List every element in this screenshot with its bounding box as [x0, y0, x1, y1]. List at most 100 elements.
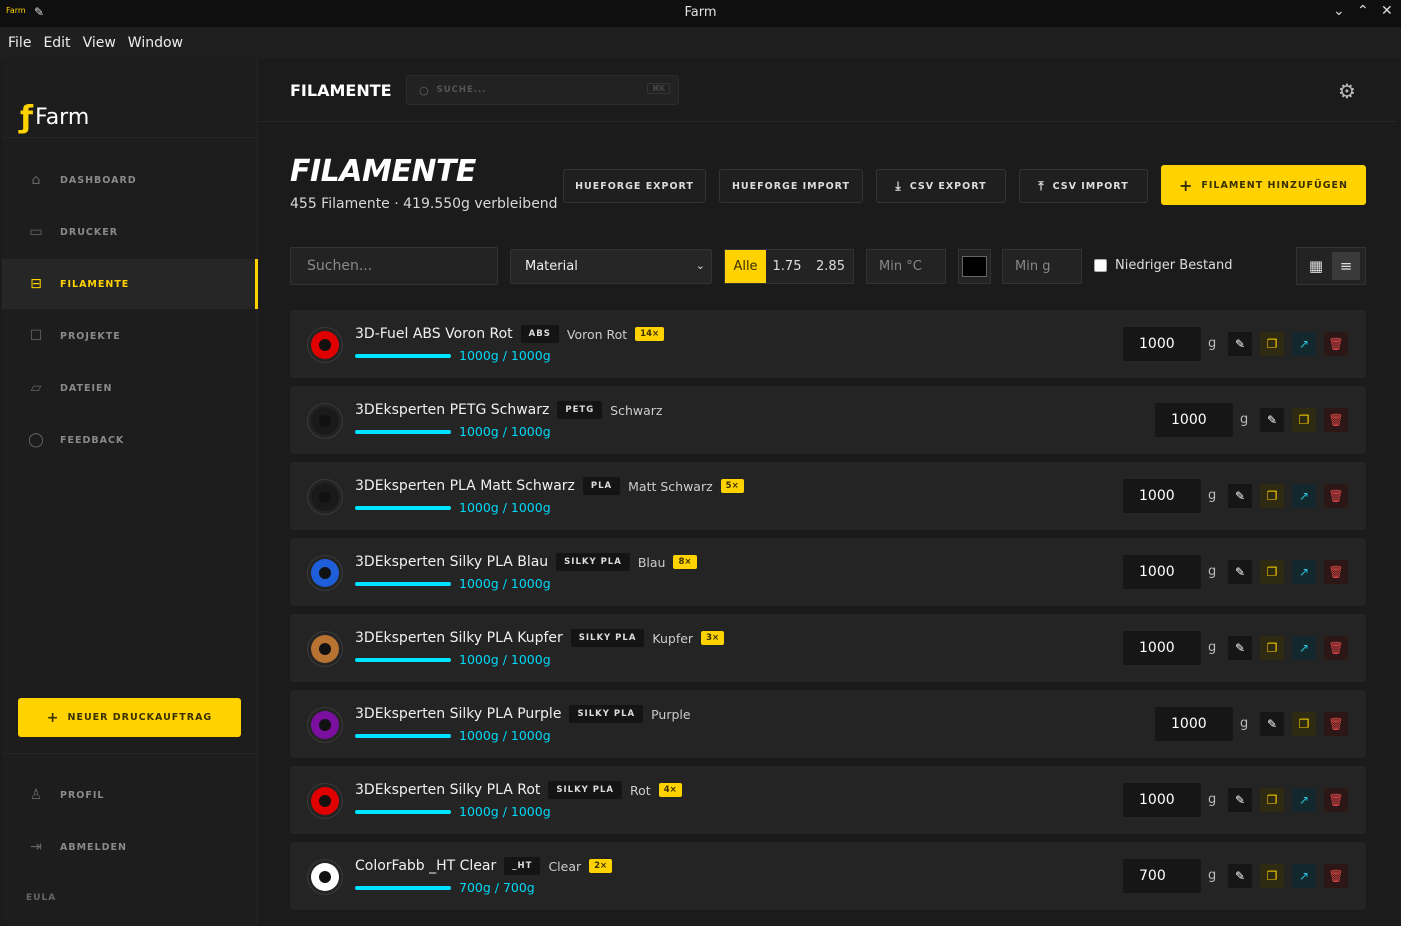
quantity-input[interactable]: 1000 [1155, 403, 1233, 437]
duplicate-button[interactable]: ❐ [1260, 332, 1284, 356]
csv-export-button[interactable]: ⤓ CSV EXPORT [876, 169, 1006, 203]
duplicate-button[interactable]: ❐ [1292, 408, 1316, 432]
edit-button[interactable]: ✎ [1228, 636, 1252, 660]
open-link-button[interactable]: ↗ [1292, 332, 1316, 356]
spool-icon [307, 783, 343, 819]
delete-button[interactable]: 🗑 [1324, 408, 1348, 432]
sidebar-item-projekte[interactable]: ☐ PROJEKTE [2, 311, 258, 361]
menu-window[interactable]: Window [128, 35, 183, 51]
eula-link[interactable]: EULA [26, 893, 56, 903]
delete-button[interactable]: 🗑 [1324, 636, 1348, 660]
sidebar-item-dashboard[interactable]: ⌂ DASHBOARD [2, 155, 258, 205]
duplicate-button[interactable]: ❐ [1260, 636, 1284, 660]
open-link-button[interactable]: ↗ [1292, 864, 1316, 888]
quantity-input[interactable]: 1000 [1123, 327, 1201, 361]
min-temp-input[interactable]: Min °C [866, 249, 946, 284]
count-badge: 2× [589, 859, 613, 873]
filament-row[interactable]: 3DEksperten PETG Schwarz PETG Schwarz 1000g… [290, 386, 1366, 454]
filament-row[interactable]: 3DEksperten Silky PLA Kupfer SILKY PLA Kup… [290, 614, 1366, 682]
color-name: Voron Rot [566, 326, 628, 342]
edit-button[interactable]: ✎ [1260, 408, 1284, 432]
quantity-input[interactable]: 1000 [1155, 707, 1233, 741]
edit-button[interactable]: ✎ [1228, 332, 1252, 356]
hueforge-export-button[interactable]: HUEFORGE EXPORT [563, 169, 706, 203]
duplicate-button[interactable]: ❐ [1260, 788, 1284, 812]
filament-row[interactable]: 3DEksperten Silky PLA Purple SILKY PLA Pur… [290, 690, 1366, 758]
quantity-input[interactable]: 1000 [1123, 783, 1201, 817]
hueforge-import-button[interactable]: HUEFORGE IMPORT [719, 169, 863, 203]
copy-icon: ❐ [1266, 337, 1278, 351]
delete-button[interactable]: 🗑 [1324, 788, 1348, 812]
minimize-icon[interactable]: ⌄ [1333, 3, 1345, 19]
sidebar-item-drucker[interactable]: ▭ DRUCKER [2, 207, 258, 257]
filament-row[interactable]: 3DEksperten Silky PLA Rot SILKY PLA Rot 4× 1… [290, 766, 1366, 834]
sidebar-item-feedback[interactable]: ◯ FEEDBACK [2, 415, 258, 465]
spool-icon [307, 631, 343, 667]
low-stock-label[interactable]: Niedriger Bestand [1115, 258, 1233, 273]
quantity-input[interactable]: 1000 [1123, 479, 1201, 513]
edit-button[interactable]: ✎ [1228, 560, 1252, 584]
duplicate-button[interactable]: ❐ [1260, 560, 1284, 584]
low-stock-checkbox[interactable] [1094, 259, 1107, 272]
sidebar-item-abmelden[interactable]: ⇥ ABMELDEN [2, 822, 258, 872]
page-subtitle: 455 Filamente · 419.550g verbleibend [290, 196, 558, 212]
copy-icon: ❐ [1298, 717, 1310, 731]
material-select[interactable]: Material ⌄ [510, 249, 712, 284]
stock-bar [355, 734, 451, 738]
filament-row[interactable]: 3DEksperten PLA Matt Schwarz PLA Matt Schw… [290, 462, 1366, 530]
delete-button[interactable]: 🗑 [1324, 560, 1348, 584]
list-view-icon[interactable]: ≡ [1332, 252, 1360, 280]
quantity-input[interactable]: 1000 [1123, 631, 1201, 665]
material-badge: _HT [504, 857, 541, 875]
stock-text: 1000g / 1000g [459, 500, 551, 515]
diameter-option-all[interactable]: Alle [725, 250, 766, 283]
filament-row[interactable]: ColorFabb _HT Clear _HT Clear 2× 700g / 700g… [290, 842, 1366, 910]
maximize-icon[interactable]: ⌃ [1357, 3, 1369, 19]
delete-button[interactable]: 🗑 [1324, 484, 1348, 508]
logo[interactable]: ƒ Farm [20, 99, 89, 135]
duplicate-button[interactable]: ❐ [1292, 712, 1316, 736]
edit-button[interactable]: ✎ [1228, 788, 1252, 812]
quantity-input[interactable]: 700 [1123, 859, 1201, 893]
search-placeholder: SUCHE... [436, 85, 487, 95]
open-link-button[interactable]: ↗ [1292, 560, 1316, 584]
filament-row[interactable]: 3DEksperten Silky PLA Blau SILKY PLA Blau 8… [290, 538, 1366, 606]
open-link-button[interactable]: ↗ [1292, 636, 1316, 660]
diameter-option-285[interactable]: 2.85 [808, 250, 853, 283]
menu-file[interactable]: File [8, 35, 31, 51]
sidebar-item-profil[interactable]: ♙ PROFIL [2, 770, 258, 820]
open-link-button[interactable]: ↗ [1292, 788, 1316, 812]
delete-button[interactable]: 🗑 [1324, 712, 1348, 736]
sidebar-item-dateien[interactable]: ▱ DATEIEN [2, 363, 258, 413]
logo-text: Farm [35, 104, 90, 130]
open-link-button[interactable]: ↗ [1292, 484, 1316, 508]
new-print-job-button[interactable]: + NEUER DRUCKAUFTRAG [18, 698, 241, 737]
color-swatch [962, 256, 987, 277]
diameter-option-175[interactable]: 1.75 [766, 250, 808, 283]
duplicate-button[interactable]: ❐ [1260, 484, 1284, 508]
filter-search-input[interactable]: Suchen... [290, 247, 498, 285]
global-search-input[interactable]: ○ SUCHE... ⌘K [406, 75, 679, 105]
gear-icon[interactable]: ⚙ [1338, 79, 1356, 103]
filament-info: ColorFabb _HT Clear _HT Clear 2× [355, 856, 613, 876]
material-badge: SILKY PLA [570, 629, 645, 647]
delete-button[interactable]: 🗑 [1324, 864, 1348, 888]
filament-row[interactable]: 3D-Fuel ABS Voron Rot ABS Voron Rot 14× 1000… [290, 310, 1366, 378]
edit-button[interactable]: ✎ [1228, 864, 1252, 888]
edit-button[interactable]: ✎ [1260, 712, 1284, 736]
edit-button[interactable]: ✎ [1228, 484, 1252, 508]
sidebar-item-filamente[interactable]: ⊟ FILAMENTE [2, 259, 258, 309]
color-filter[interactable] [958, 249, 991, 284]
delete-button[interactable]: 🗑 [1324, 332, 1348, 356]
trash-icon: 🗑 [1328, 641, 1344, 655]
min-weight-input[interactable]: Min g [1002, 249, 1082, 284]
menu-view[interactable]: View [83, 35, 116, 51]
duplicate-button[interactable]: ❐ [1260, 864, 1284, 888]
add-filament-button[interactable]: + FILAMENT HINZUFÜGEN [1161, 165, 1366, 205]
menu-edit[interactable]: Edit [43, 35, 70, 51]
home-icon: ⌂ [31, 172, 41, 188]
csv-import-button[interactable]: ⤒ CSV IMPORT [1019, 169, 1148, 203]
close-icon[interactable]: ✕ [1381, 3, 1393, 19]
grid-view-icon[interactable]: ▦ [1302, 252, 1330, 280]
quantity-input[interactable]: 1000 [1123, 555, 1201, 589]
